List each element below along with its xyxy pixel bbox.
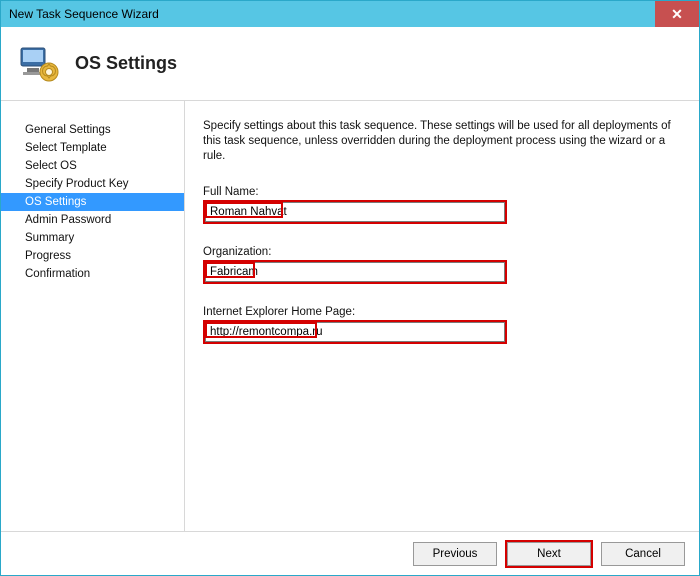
intro-text: Specify settings about this task sequenc…	[203, 119, 683, 164]
sidebar-item-admin-password[interactable]: Admin Password	[1, 211, 184, 229]
titlebar: New Task Sequence Wizard ✕	[1, 1, 699, 27]
highlight-box	[203, 200, 507, 224]
wizard-footer: Previous Next Cancel	[1, 531, 699, 575]
ie-home-group: Internet Explorer Home Page:	[203, 306, 683, 344]
organization-input[interactable]	[205, 262, 505, 282]
full-name-input[interactable]	[205, 202, 505, 222]
window-title: New Task Sequence Wizard	[9, 7, 159, 21]
close-button[interactable]: ✕	[655, 1, 699, 27]
close-icon: ✕	[671, 6, 683, 23]
sidebar-item-select-os[interactable]: Select OS	[1, 157, 184, 175]
previous-button[interactable]: Previous	[413, 542, 497, 566]
highlight-box: Next	[505, 540, 593, 568]
highlight-box	[203, 320, 507, 344]
sidebar-item-general-settings[interactable]: General Settings	[1, 121, 184, 139]
ie-home-label: Internet Explorer Home Page:	[203, 306, 683, 318]
wizard-header: OS Settings	[1, 27, 699, 101]
sidebar-item-progress[interactable]: Progress	[1, 247, 184, 265]
os-settings-icon	[17, 42, 61, 86]
cancel-button[interactable]: Cancel	[601, 542, 685, 566]
full-name-label: Full Name:	[203, 186, 683, 198]
highlight-box	[203, 260, 507, 284]
sidebar-item-os-settings[interactable]: OS Settings	[1, 193, 184, 211]
next-button[interactable]: Next	[507, 542, 591, 566]
wizard-content: Specify settings about this task sequenc…	[185, 101, 699, 531]
organization-label: Organization:	[203, 246, 683, 258]
wizard-steps-sidebar: General Settings Select Template Select …	[1, 101, 185, 531]
page-title: OS Settings	[75, 53, 177, 74]
organization-group: Organization:	[203, 246, 683, 284]
ie-home-input[interactable]	[205, 322, 505, 342]
full-name-group: Full Name:	[203, 186, 683, 224]
sidebar-item-summary[interactable]: Summary	[1, 229, 184, 247]
sidebar-item-specify-product-key[interactable]: Specify Product Key	[1, 175, 184, 193]
sidebar-item-select-template[interactable]: Select Template	[1, 139, 184, 157]
sidebar-item-confirmation[interactable]: Confirmation	[1, 265, 184, 283]
